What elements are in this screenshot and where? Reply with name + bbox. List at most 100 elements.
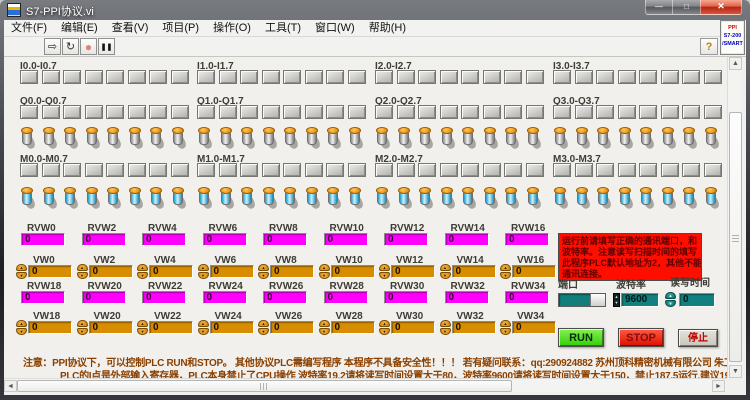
- output-toggle-switch[interactable]: [504, 127, 521, 151]
- output-led-indicator[interactable]: [197, 105, 215, 119]
- input-led-indicator[interactable]: [304, 70, 323, 84]
- run-plc-button[interactable]: RUN: [558, 328, 604, 347]
- input-led-indicator[interactable]: [396, 70, 415, 84]
- output-led-indicator[interactable]: [553, 105, 571, 119]
- input-led-indicator[interactable]: [439, 70, 458, 84]
- input-led-indicator[interactable]: [660, 70, 679, 84]
- output-led-indicator[interactable]: [617, 105, 636, 119]
- memory-toggle-switch[interactable]: [20, 187, 37, 211]
- output-toggle-switch[interactable]: [397, 127, 414, 151]
- memory-toggle-switch[interactable]: [375, 187, 392, 211]
- output-toggle-switch[interactable]: [483, 127, 500, 151]
- context-help-button[interactable]: ?: [700, 38, 718, 55]
- memory-toggle-switch[interactable]: [262, 187, 279, 211]
- increment-button[interactable]: ▲: [318, 320, 330, 327]
- decrement-button[interactable]: ▼: [76, 272, 88, 279]
- scroll-down-icon[interactable]: ▼: [729, 365, 742, 378]
- memory-toggle-switch[interactable]: [128, 187, 145, 211]
- output-led-indicator[interactable]: [149, 105, 167, 119]
- output-led-indicator[interactable]: [482, 105, 501, 119]
- increment-button[interactable]: ▲: [665, 292, 676, 299]
- output-led-indicator[interactable]: [261, 105, 280, 119]
- input-led-indicator[interactable]: [326, 70, 344, 84]
- decrement-button[interactable]: ▼: [197, 328, 209, 335]
- output-toggle-switch[interactable]: [171, 127, 188, 151]
- write-word-field[interactable]: 0: [512, 321, 556, 334]
- maximize-button[interactable]: □: [673, 0, 700, 15]
- output-led-indicator[interactable]: [574, 105, 593, 119]
- menu-item[interactable]: 编辑(E): [54, 20, 105, 36]
- rw-time-field[interactable]: 0: [679, 293, 715, 307]
- memory-toggle-switch[interactable]: [348, 187, 365, 211]
- memory-toggle-switch[interactable]: [704, 187, 721, 211]
- output-led-indicator[interactable]: [304, 105, 323, 119]
- write-word-field[interactable]: 0: [451, 265, 496, 278]
- scroll-up-icon[interactable]: ▲: [729, 57, 742, 70]
- input-led-indicator[interactable]: [197, 70, 215, 84]
- memory-led-indicator[interactable]: [596, 163, 614, 177]
- output-toggle-switch[interactable]: [596, 127, 613, 151]
- menu-item[interactable]: 工具(T): [258, 20, 308, 36]
- output-toggle-switch[interactable]: [639, 127, 656, 151]
- increment-button[interactable]: ▲: [137, 320, 148, 327]
- output-led-indicator[interactable]: [525, 105, 544, 119]
- output-toggle-switch[interactable]: [440, 127, 457, 151]
- output-led-indicator[interactable]: [660, 105, 679, 119]
- write-word-field[interactable]: 0: [209, 321, 254, 334]
- abort-button[interactable]: ●: [80, 38, 97, 55]
- write-word-field[interactable]: 0: [149, 265, 193, 278]
- memory-toggle-switch[interactable]: [326, 187, 343, 211]
- memory-toggle-switch[interactable]: [440, 187, 457, 211]
- output-led-indicator[interactable]: [283, 105, 301, 119]
- decrement-button[interactable]: ▼: [16, 328, 27, 335]
- increment-button[interactable]: ▲: [379, 264, 390, 271]
- memory-led-indicator[interactable]: [617, 163, 636, 177]
- input-led-indicator[interactable]: [283, 70, 301, 84]
- output-toggle-switch[interactable]: [553, 127, 570, 151]
- increment-button[interactable]: ▲: [16, 320, 27, 327]
- decrement-button[interactable]: ▼: [137, 328, 148, 335]
- increment-button[interactable]: ▲: [76, 264, 88, 271]
- input-led-indicator[interactable]: [617, 70, 636, 84]
- write-word-field[interactable]: 0: [512, 265, 556, 278]
- output-toggle-switch[interactable]: [704, 127, 721, 151]
- vertical-scroll-thumb[interactable]: [729, 112, 742, 362]
- input-led-indicator[interactable]: [525, 70, 544, 84]
- input-led-indicator[interactable]: [596, 70, 614, 84]
- output-toggle-switch[interactable]: [575, 127, 592, 151]
- input-led-indicator[interactable]: [240, 70, 258, 84]
- memory-toggle-switch[interactable]: [504, 187, 521, 211]
- output-toggle-switch[interactable]: [85, 127, 102, 151]
- output-toggle-switch[interactable]: [283, 127, 300, 151]
- memory-toggle-switch[interactable]: [305, 187, 322, 211]
- scroll-left-icon[interactable]: ◄: [4, 380, 17, 392]
- memory-toggle-switch[interactable]: [85, 187, 102, 211]
- write-word-field[interactable]: 0: [330, 265, 375, 278]
- output-toggle-switch[interactable]: [63, 127, 80, 151]
- memory-led-indicator[interactable]: [261, 163, 280, 177]
- memory-led-indicator[interactable]: [660, 163, 679, 177]
- output-led-indicator[interactable]: [84, 105, 103, 119]
- memory-led-indicator[interactable]: [197, 163, 215, 177]
- decrement-button[interactable]: ▼: [439, 272, 451, 279]
- memory-toggle-switch[interactable]: [618, 187, 635, 211]
- menu-item[interactable]: 查看(V): [105, 20, 156, 36]
- memory-led-indicator[interactable]: [396, 163, 415, 177]
- output-toggle-switch[interactable]: [618, 127, 635, 151]
- input-led-indicator[interactable]: [63, 70, 81, 84]
- memory-led-indicator[interactable]: [20, 163, 38, 177]
- input-led-indicator[interactable]: [106, 70, 124, 84]
- memory-led-indicator[interactable]: [41, 163, 60, 177]
- increment-button[interactable]: ▲: [318, 264, 330, 271]
- memory-led-indicator[interactable]: [218, 163, 237, 177]
- memory-led-indicator[interactable]: [553, 163, 571, 177]
- output-led-indicator[interactable]: [106, 105, 124, 119]
- input-led-indicator[interactable]: [553, 70, 571, 84]
- write-word-field[interactable]: 0: [270, 265, 314, 278]
- output-toggle-switch[interactable]: [106, 127, 123, 151]
- output-led-indicator[interactable]: [218, 105, 237, 119]
- halt-program-button[interactable]: 停止: [678, 329, 718, 347]
- memory-toggle-switch[interactable]: [418, 187, 435, 211]
- output-led-indicator[interactable]: [240, 105, 258, 119]
- output-toggle-switch[interactable]: [682, 127, 699, 151]
